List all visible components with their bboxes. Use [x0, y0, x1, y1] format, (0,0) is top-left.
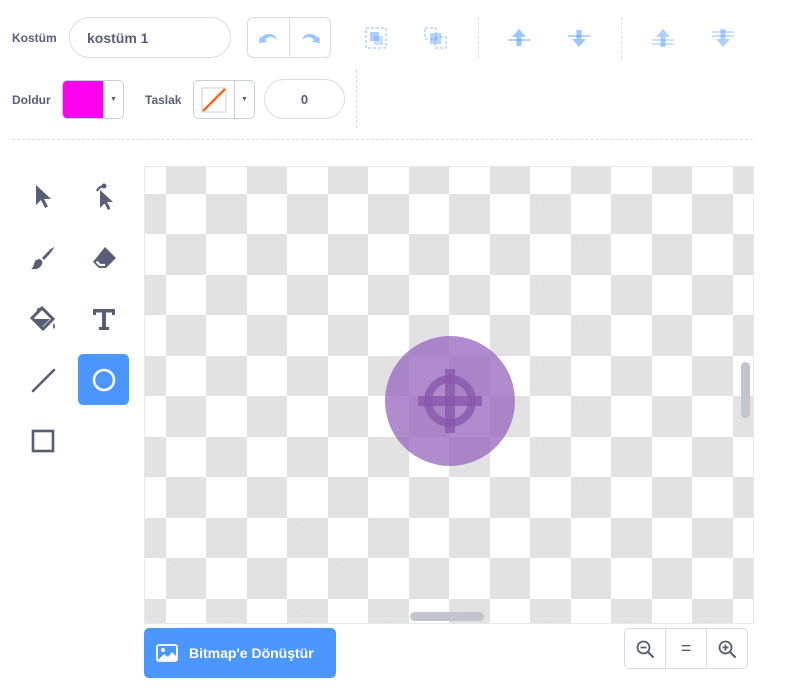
section-divider	[12, 139, 753, 140]
redo-icon	[302, 33, 320, 43]
tool-select[interactable]	[17, 170, 68, 221]
paint-canvas[interactable]	[144, 166, 754, 624]
group-button[interactable]	[357, 17, 395, 58]
outline-color-swatch[interactable]	[194, 81, 234, 118]
no-color-icon	[201, 87, 227, 112]
fill-color-swatch[interactable]	[63, 81, 103, 118]
undo-button[interactable]	[248, 18, 289, 57]
outline-color-picker[interactable]: ▼	[193, 80, 255, 119]
paint-bucket-icon	[29, 305, 55, 331]
outline-width-input[interactable]	[264, 79, 345, 119]
vertical-scrollbar[interactable]	[741, 362, 750, 418]
group-icon	[365, 26, 387, 49]
zoom-controls: =	[624, 628, 748, 669]
tool-rectangle[interactable]	[17, 415, 68, 466]
outline-dropdown-arrow[interactable]: ▼	[234, 81, 254, 118]
tool-eraser[interactable]	[78, 232, 129, 283]
zoom-in-icon	[718, 640, 736, 658]
toolbar-divider	[621, 17, 622, 58]
undo-icon	[258, 33, 277, 43]
costume-label: Kostüm	[12, 31, 57, 45]
tool-brush[interactable]	[17, 232, 68, 283]
tool-reshape[interactable]	[78, 170, 129, 221]
ungroup-button[interactable]	[417, 17, 455, 58]
brush-icon	[30, 246, 54, 269]
eraser-icon	[92, 246, 116, 268]
crosshair-icon	[418, 369, 482, 433]
costume-name-input[interactable]	[69, 17, 231, 58]
convert-to-bitmap-button[interactable]: Bitmap'e Dönüştür	[144, 628, 336, 678]
zoom-out-button[interactable]	[625, 629, 665, 668]
zoom-out-icon	[636, 640, 654, 658]
outline-label: Taslak	[145, 93, 182, 107]
tool-circle[interactable]	[78, 354, 129, 405]
fill-dropdown-arrow[interactable]: ▼	[103, 81, 123, 118]
tool-fill[interactable]	[17, 293, 68, 344]
redo-button[interactable]	[289, 18, 330, 57]
image-icon	[156, 644, 178, 662]
front-icon	[652, 28, 674, 47]
horizontal-scrollbar[interactable]	[410, 612, 484, 621]
fill-color-picker[interactable]: ▼	[62, 80, 124, 119]
text-tool-icon	[92, 308, 115, 330]
zoom-reset-button[interactable]: =	[665, 629, 706, 668]
reshape-icon	[95, 183, 113, 210]
tool-text[interactable]	[78, 293, 129, 344]
back-icon	[712, 28, 734, 47]
ungroup-icon	[424, 26, 447, 49]
undo-redo-group	[247, 17, 331, 58]
zoom-in-button[interactable]	[706, 629, 747, 668]
circle-tool-icon	[92, 368, 115, 391]
front-button[interactable]	[644, 17, 682, 58]
fill-label: Doldur	[12, 93, 51, 107]
toolbar-divider	[356, 70, 357, 128]
forward-button[interactable]	[500, 17, 538, 58]
rectangle-tool-icon	[31, 429, 54, 452]
forward-icon	[508, 28, 530, 46]
toolbar-divider	[478, 17, 479, 58]
back-button[interactable]	[704, 17, 742, 58]
backward-button[interactable]	[560, 17, 598, 58]
zoom-reset-label: =	[680, 638, 692, 658]
tool-line[interactable]	[17, 354, 68, 405]
convert-button-label: Bitmap'e Dönüştür	[189, 645, 314, 661]
select-arrow-icon	[35, 184, 51, 208]
sprite-circle[interactable]	[385, 336, 515, 466]
backward-icon	[568, 29, 590, 47]
line-tool-icon	[31, 368, 55, 392]
